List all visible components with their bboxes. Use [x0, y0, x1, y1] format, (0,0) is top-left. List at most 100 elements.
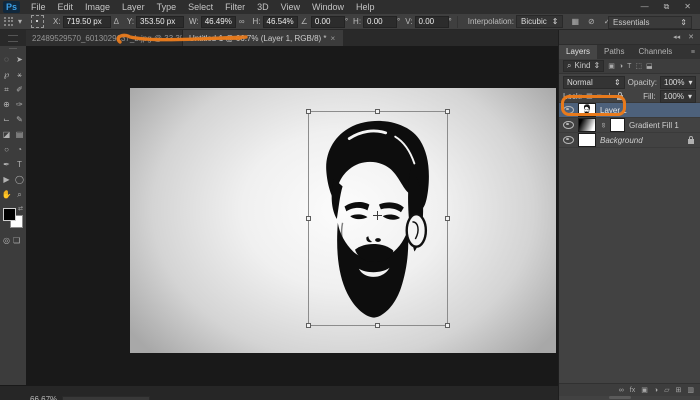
type-layer-filter-icon[interactable]: T: [627, 63, 631, 70]
dodge-tool[interactable]: ◔: [13, 142, 26, 157]
gradient-fill-thumbnail[interactable]: [578, 118, 596, 132]
quick-mask-button[interactable]: ◎: [3, 236, 10, 245]
menu-help[interactable]: Help: [350, 2, 381, 12]
workspace-dropdown[interactable]: Essentials ⇕: [608, 16, 692, 29]
adjustment-layer-icon[interactable]: ◑: [654, 387, 658, 394]
layer-group-icon[interactable]: ▱: [664, 386, 669, 394]
lock-all-icon[interactable]: [617, 95, 623, 100]
rotation-field[interactable]: 0.00: [311, 16, 345, 28]
transform-handle-top-left[interactable]: [306, 109, 311, 114]
elliptical-marquee-tool[interactable]: ◌: [0, 52, 13, 67]
menu-layer[interactable]: Layer: [116, 2, 151, 12]
blend-mode-dropdown[interactable]: Normal ⇕: [563, 76, 625, 89]
lock-pixels-icon[interactable]: ✑: [597, 92, 603, 100]
type-tool[interactable]: T: [13, 157, 26, 172]
menu-filter[interactable]: Filter: [219, 2, 251, 12]
layer-row-background[interactable]: Background: [559, 133, 700, 148]
new-layer-icon[interactable]: ⊞: [676, 386, 682, 394]
healing-brush-tool[interactable]: ⊕: [0, 97, 13, 112]
link-layers-icon[interactable]: ∞: [619, 387, 624, 394]
brush-tool[interactable]: ✑: [13, 97, 26, 112]
free-transform-bounding-box[interactable]: [308, 111, 448, 326]
layer-visibility-icon[interactable]: [563, 121, 574, 129]
eyedropper-tool[interactable]: ✐: [13, 82, 26, 97]
menu-select[interactable]: Select: [182, 2, 219, 12]
swap-colors-icon[interactable]: ⇄: [18, 205, 23, 212]
gradient-tool[interactable]: ▤: [13, 127, 26, 142]
menu-view[interactable]: View: [275, 2, 306, 12]
layer-row-layer-1[interactable]: Layer 1: [559, 103, 700, 118]
minimize-button[interactable]: —: [641, 2, 649, 12]
panel-scrollbar[interactable]: [609, 396, 631, 399]
background-thumbnail[interactable]: [578, 133, 596, 147]
document-tab-inactive[interactable]: 22489529570_6013029137_b.jpg @ 33.3% (La…: [26, 30, 183, 46]
tab-layers[interactable]: Layers: [559, 45, 597, 59]
pen-tool[interactable]: ✒: [0, 157, 13, 172]
lock-transparency-icon[interactable]: ▦: [586, 92, 593, 100]
menu-file[interactable]: File: [25, 2, 52, 12]
zoom-level-field[interactable]: 66.67%: [30, 395, 57, 400]
transform-handle-bottom-middle[interactable]: [375, 323, 380, 328]
fill-dropdown[interactable]: 100% ▾: [660, 90, 696, 103]
menu-edit[interactable]: Edit: [52, 2, 80, 12]
menu-window[interactable]: Window: [306, 2, 350, 12]
transform-handle-middle-left[interactable]: [306, 216, 311, 221]
restore-button[interactable]: ⧉: [664, 2, 670, 12]
menu-type[interactable]: Type: [151, 2, 183, 12]
panel-grip[interactable]: [9, 48, 17, 51]
close-tab-icon[interactable]: ×: [331, 34, 336, 43]
transform-handle-bottom-left[interactable]: [306, 323, 311, 328]
tool-preset-icon[interactable]: [4, 17, 14, 27]
delete-layer-icon[interactable]: ▥: [687, 386, 694, 394]
document-tab-active[interactable]: Untitled-1 @ 66.7% (Layer 1, RGB/8) * ×: [183, 30, 343, 46]
pixel-layer-filter-icon[interactable]: ▣: [608, 62, 615, 70]
opacity-dropdown[interactable]: 100% ▾: [660, 76, 696, 89]
layer-visibility-icon[interactable]: [563, 106, 574, 114]
hskew-field[interactable]: 0.00: [363, 16, 397, 28]
foreground-color-swatch[interactable]: [3, 208, 16, 221]
collapse-panels-icon[interactable]: ◂◂: [673, 33, 680, 41]
layer-mask-icon[interactable]: ▣: [641, 386, 648, 394]
warp-mode-icon[interactable]: ▦: [571, 17, 579, 26]
close-panel-icon[interactable]: ✕: [688, 33, 694, 41]
vskew-field[interactable]: 0.00: [415, 16, 449, 28]
crop-tool[interactable]: ⌗: [0, 82, 13, 97]
adjustment-layer-filter-icon[interactable]: ◑: [619, 63, 623, 70]
move-tool[interactable]: ➤: [13, 52, 26, 67]
panel-menu-icon[interactable]: ≡: [691, 49, 700, 56]
transform-reference-point[interactable]: [373, 211, 382, 220]
y-position-field[interactable]: 353.50 px: [136, 16, 184, 28]
mask-link-icon[interactable]: ∞: [600, 122, 607, 128]
layer-visibility-icon[interactable]: [563, 136, 574, 144]
layer-thumbnail[interactable]: [578, 103, 596, 117]
x-position-field[interactable]: 719.50 px: [63, 16, 111, 28]
transform-handle-top-middle[interactable]: [375, 109, 380, 114]
lock-position-icon[interactable]: ✛: [607, 92, 613, 100]
close-button[interactable]: ✕: [684, 2, 691, 12]
tab-channels[interactable]: Channels: [631, 45, 679, 59]
hand-tool[interactable]: ✋: [0, 187, 13, 202]
interpolation-dropdown[interactable]: Bicubic ⇕: [516, 15, 564, 28]
blur-tool[interactable]: ○: [0, 142, 13, 157]
quick-selection-tool[interactable]: ⚹: [13, 67, 26, 82]
transform-handle-bottom-right[interactable]: [445, 323, 450, 328]
layer-mask-thumbnail[interactable]: [610, 118, 625, 132]
lasso-tool[interactable]: ℘: [0, 67, 13, 82]
tool-preset-caret-icon[interactable]: ▾: [18, 17, 22, 26]
smart-object-filter-icon[interactable]: ⬓: [646, 62, 653, 70]
layer-styles-icon[interactable]: fx: [630, 387, 635, 394]
layer-row-gradient-fill-1[interactable]: ∞ Gradient Fill 1: [559, 118, 700, 133]
clone-stamp-tool[interactable]: ⌙: [0, 112, 13, 127]
menu-image[interactable]: Image: [79, 2, 116, 12]
transform-handle-middle-right[interactable]: [445, 216, 450, 221]
eraser-tool[interactable]: ◪: [0, 127, 13, 142]
height-field[interactable]: 46.54%: [263, 16, 298, 28]
transform-handle-top-right[interactable]: [445, 109, 450, 114]
path-selection-tool[interactable]: ▶: [0, 172, 13, 187]
reference-point-locator-icon[interactable]: [31, 15, 44, 28]
relative-position-icon[interactable]: Δ: [114, 17, 119, 26]
layer-filter-dropdown[interactable]: ⌕ Kind ⇕: [563, 60, 604, 72]
screen-mode-button[interactable]: ❏: [13, 236, 20, 245]
cancel-transform-icon[interactable]: ⊘: [588, 17, 595, 26]
shape-layer-filter-icon[interactable]: ⬚: [635, 62, 642, 70]
